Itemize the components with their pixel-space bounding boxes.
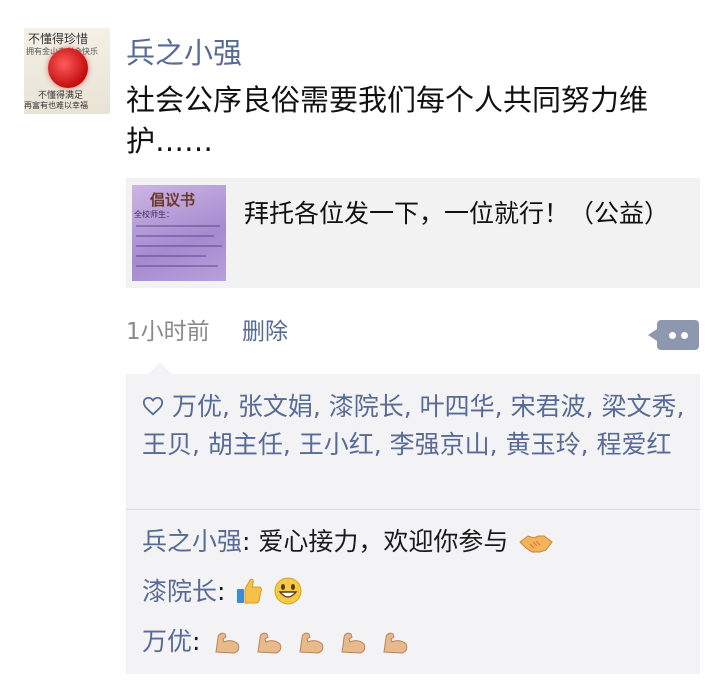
likes-list: 万优, 张文娟, 漆院长, 叶四华, 宋君波, 梁文秀, 王贝, 胡主任, 王小… bbox=[142, 388, 690, 464]
thumbs-up-icon bbox=[237, 578, 263, 604]
more-dots-icon bbox=[681, 332, 688, 339]
comment-item[interactable]: 万优: bbox=[142, 622, 410, 658]
author-avatar[interactable]: 不懂得珍惜 拥有金山未必会快乐 不懂得满足 再富有也难以幸福 bbox=[24, 28, 110, 114]
thumbnail-text-line bbox=[136, 225, 220, 227]
comment-separator: : bbox=[192, 627, 209, 656]
flexed-biceps-icon bbox=[257, 632, 282, 654]
thumbnail-text-line bbox=[136, 235, 214, 237]
post-text: 社会公序良俗需要我们每个人共同努力维护…… bbox=[126, 83, 649, 158]
flexed-biceps-icon bbox=[341, 632, 366, 654]
comment-separator: : bbox=[217, 577, 234, 606]
post-author-name[interactable]: 兵之小强 bbox=[126, 30, 242, 72]
comment-action-button[interactable] bbox=[648, 320, 699, 350]
liker-names[interactable]: 万优, 张文娟, 漆院长, 叶四华, 宋君波, 梁文秀, 王贝, 胡主任, 王小… bbox=[142, 392, 684, 459]
thumbnail-title: 倡议书 bbox=[150, 191, 196, 209]
thumbnail-text-line bbox=[136, 245, 222, 247]
commenter-name[interactable]: 漆院长 bbox=[142, 577, 217, 606]
handshake-icon bbox=[519, 535, 554, 553]
shared-link-title: 拜托各位发一下，一位就行！（公益） bbox=[244, 199, 670, 228]
likes-comments-panel: 万优, 张文娟, 漆院长, 叶四华, 宋君波, 梁文秀, 王贝, 胡主任, 王小… bbox=[126, 362, 700, 674]
shared-link-card[interactable]: 倡议书 全校师生： 拜托各位发一下，一位就行！（公益） bbox=[126, 178, 700, 288]
shared-link-thumbnail: 倡议书 全校师生： bbox=[132, 185, 226, 281]
heart-graphic bbox=[48, 48, 88, 88]
commenter-name[interactable]: 万优 bbox=[142, 627, 192, 656]
avatar-caption-top: 不懂得珍惜 bbox=[28, 32, 89, 46]
thumbnail-text-line bbox=[136, 265, 218, 267]
avatar-caption-bottom-2: 再富有也难以幸福 bbox=[24, 101, 88, 110]
post-time: 1小时前 bbox=[126, 319, 210, 345]
comment-separator: : bbox=[242, 527, 259, 556]
divider bbox=[126, 509, 700, 510]
flexed-biceps-icon bbox=[299, 632, 324, 654]
comment-item[interactable]: 兵之小强: 爱心接力，欢迎你参与 bbox=[142, 522, 554, 558]
flexed-biceps-icon bbox=[215, 632, 240, 654]
thumbnail-subtitle: 全校师生： bbox=[134, 210, 174, 219]
delete-button[interactable]: 删除 bbox=[242, 312, 288, 346]
commenter-name[interactable]: 兵之小强 bbox=[142, 527, 242, 556]
heart-outline-icon bbox=[142, 396, 164, 416]
thumbnail-text-line bbox=[136, 255, 206, 257]
comment-text: 爱心接力，欢迎你参与 bbox=[258, 527, 509, 556]
grinning-face-icon bbox=[274, 577, 302, 605]
comment-item[interactable]: 漆院长: bbox=[142, 572, 303, 608]
flexed-biceps-icon bbox=[383, 632, 408, 654]
more-dots-icon bbox=[669, 332, 676, 339]
